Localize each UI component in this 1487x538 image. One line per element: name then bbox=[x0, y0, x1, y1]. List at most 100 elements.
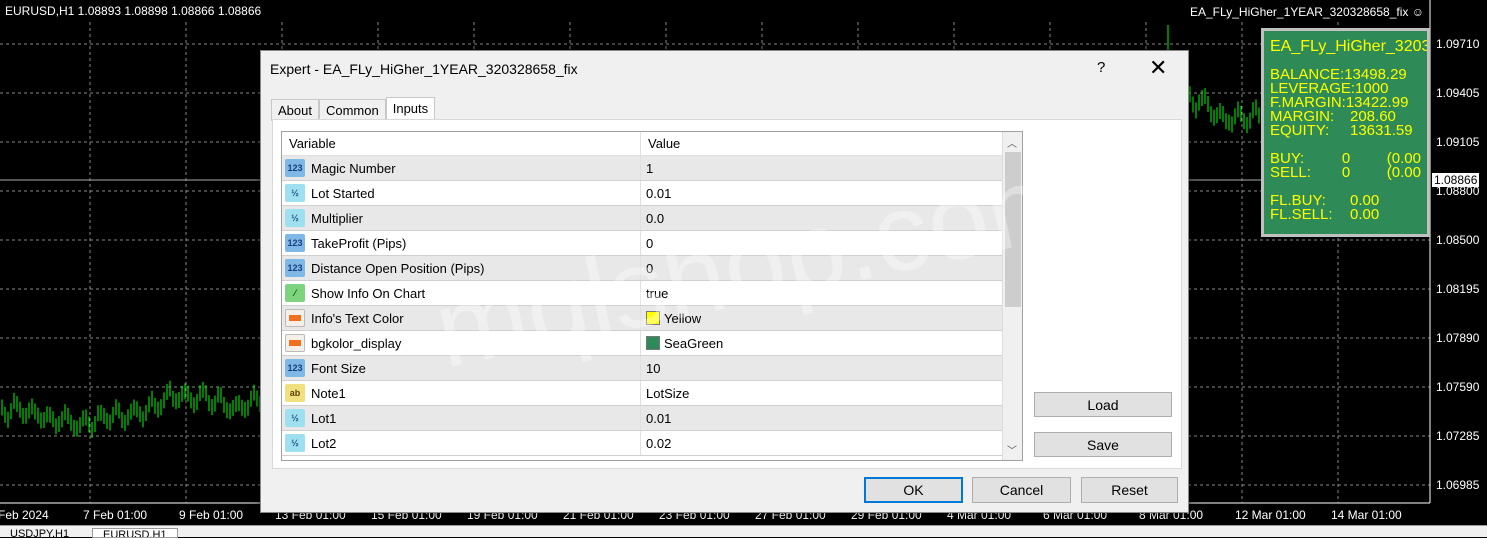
help-button[interactable]: ? bbox=[1097, 59, 1105, 76]
variable-value: 0.0 bbox=[646, 211, 664, 226]
variable-name: Distance Open Position (Pips) bbox=[311, 261, 484, 276]
variable-name: Note1 bbox=[311, 386, 346, 401]
variable-value: 0.02 bbox=[646, 436, 671, 451]
int-type-icon: 123 bbox=[285, 234, 305, 252]
table-row[interactable]: Info's Text Color Yellow bbox=[282, 306, 1022, 331]
dialog-title: Expert - EA_FLy_HiGher_1YEAR_320328658_f… bbox=[270, 61, 578, 77]
column-value[interactable]: Value bbox=[641, 132, 1022, 155]
variable-cell: 123 Distance Open Position (Pips) bbox=[282, 256, 641, 280]
value-cell[interactable]: 0.01 bbox=[641, 181, 1022, 205]
variable-cell: 123 TakeProfit (Pips) bbox=[282, 231, 641, 255]
variable-value: 1 bbox=[646, 161, 653, 176]
tab-common[interactable]: Common bbox=[319, 99, 386, 121]
reset-button[interactable]: Reset bbox=[1081, 477, 1178, 503]
sell-value: 0 bbox=[1342, 166, 1387, 180]
value-cell[interactable]: 0 bbox=[641, 231, 1022, 255]
dbl-type-icon: ½ bbox=[285, 409, 305, 427]
info-panel: EA_FLy_HiGher_320328658_fix BALANCE:1349… bbox=[1261, 28, 1430, 237]
table-row[interactable]: 123 Magic Number 1 bbox=[282, 156, 1022, 181]
table-row[interactable]: 123 Distance Open Position (Pips) 0 bbox=[282, 256, 1022, 281]
table-row[interactable]: 123 TakeProfit (Pips) 0 bbox=[282, 231, 1022, 256]
color-swatch bbox=[646, 311, 660, 325]
value-cell[interactable]: 0.02 bbox=[641, 431, 1022, 455]
variable-cell: Info's Text Color bbox=[282, 306, 641, 330]
equity-value: 13631.59 bbox=[1350, 124, 1413, 138]
col-type-icon bbox=[285, 309, 305, 327]
price-tick: 1.07590 bbox=[1436, 380, 1479, 394]
value-cell[interactable]: SeaGreen bbox=[641, 331, 1022, 355]
value-cell[interactable]: 0.01 bbox=[641, 406, 1022, 430]
value-cell[interactable]: 1 bbox=[641, 156, 1022, 180]
table-row[interactable]: ½ Lot2 0.02 bbox=[282, 431, 1022, 456]
scroll-down-icon[interactable]: ﹀ bbox=[1007, 442, 1017, 457]
table-row[interactable]: ⁄ Show Info On Chart true bbox=[282, 281, 1022, 306]
info-title: EA_FLy_HiGher_320328658_fix bbox=[1270, 40, 1421, 54]
table-row[interactable]: ab Note1 LotSize bbox=[282, 381, 1022, 406]
variable-cell: ab Note1 bbox=[282, 381, 641, 405]
sell-profit: (0.00 bbox=[1387, 166, 1421, 180]
dbl-type-icon: ½ bbox=[285, 434, 305, 452]
cancel-button[interactable]: Cancel bbox=[972, 477, 1071, 503]
date-tick: 9 Feb 01:00 bbox=[179, 508, 243, 522]
col-type-icon bbox=[285, 334, 305, 352]
save-button[interactable]: Save bbox=[1034, 432, 1172, 457]
table-row[interactable]: ½ Lot Started 0.01 bbox=[282, 181, 1022, 206]
table-row[interactable]: ½ Lot1 0.01 bbox=[282, 406, 1022, 431]
table-row[interactable]: 123 Font Size 10 bbox=[282, 356, 1022, 381]
table-row[interactable]: ½ Multiplier 0.0 bbox=[282, 206, 1022, 231]
variable-name: Multiplier bbox=[311, 211, 363, 226]
bool-type-icon: ⁄ bbox=[285, 284, 305, 302]
price-tick: 1.06985 bbox=[1436, 478, 1479, 492]
floating-sell-value: 0.00 bbox=[1350, 208, 1379, 222]
floating-sell-label: FL.SELL: bbox=[1270, 208, 1350, 222]
price-tick: 1.09710 bbox=[1436, 37, 1479, 51]
scroll-up-icon[interactable]: ︿ bbox=[1007, 135, 1017, 150]
column-variable[interactable]: Variable bbox=[282, 132, 641, 155]
scrollbar-thumb[interactable] bbox=[1005, 152, 1021, 307]
equity-label: EQUITY: bbox=[1270, 124, 1350, 138]
variable-cell: ⁄ Show Info On Chart bbox=[282, 281, 641, 305]
price-tick: 1.08195 bbox=[1436, 282, 1479, 296]
variable-name: TakeProfit (Pips) bbox=[311, 236, 406, 251]
variable-name: Font Size bbox=[311, 361, 366, 376]
table-header: Variable Value bbox=[282, 132, 1022, 156]
value-cell[interactable]: Yellow bbox=[641, 306, 1022, 330]
inputs-table: Variable Value 123 Magic Number 1 ½ Lot Sta… bbox=[281, 131, 1023, 461]
variable-name: Lot2 bbox=[311, 436, 336, 451]
chart-tabs-bar: USDJPY,H1 EURUSD,H1 bbox=[0, 525, 1487, 537]
price-tick: 1.07890 bbox=[1436, 331, 1479, 345]
price-tick: 1.07285 bbox=[1436, 429, 1479, 443]
tab-about[interactable]: About bbox=[271, 99, 319, 121]
variable-value: SeaGreen bbox=[664, 336, 723, 351]
close-icon[interactable]: ✕ bbox=[1149, 55, 1167, 81]
int-type-icon: 123 bbox=[285, 359, 305, 377]
inputs-panel: Variable Value 123 Magic Number 1 ½ Lot Sta… bbox=[272, 119, 1182, 469]
variable-value: 0.01 bbox=[646, 411, 671, 426]
variable-value: LotSize bbox=[646, 386, 689, 401]
variable-value: 0 bbox=[646, 236, 653, 251]
variable-cell: ½ Lot2 bbox=[282, 431, 641, 455]
price-tick: 1.08500 bbox=[1436, 233, 1479, 247]
variable-value: 0.01 bbox=[646, 186, 671, 201]
value-cell[interactable]: true bbox=[641, 281, 1022, 305]
variable-name: bgkolor_display bbox=[311, 336, 401, 351]
variable-cell: ½ Lot1 bbox=[282, 406, 641, 430]
variable-value: 0 bbox=[646, 261, 653, 276]
value-cell[interactable]: LotSize bbox=[641, 381, 1022, 405]
table-scrollbar[interactable]: ︿ ﹀ bbox=[1002, 132, 1022, 460]
tab-inputs[interactable]: Inputs bbox=[386, 97, 435, 121]
value-cell[interactable]: 0 bbox=[641, 256, 1022, 280]
variable-cell: bgkolor_display bbox=[282, 331, 641, 355]
color-swatch bbox=[646, 336, 660, 350]
sell-label: SELL: bbox=[1270, 166, 1342, 180]
dbl-type-icon: ½ bbox=[285, 209, 305, 227]
dialog-tabs: About Common Inputs bbox=[271, 97, 435, 121]
load-button[interactable]: Load bbox=[1034, 392, 1172, 417]
price-tick: 1.09405 bbox=[1436, 86, 1479, 100]
value-cell[interactable]: 10 bbox=[641, 356, 1022, 380]
value-cell[interactable]: 0.0 bbox=[641, 206, 1022, 230]
table-row[interactable]: bgkolor_display SeaGreen bbox=[282, 331, 1022, 356]
chart-symbol-info: EURUSD,H1 1.08893 1.08898 1.08866 1.0886… bbox=[5, 4, 261, 18]
ok-button[interactable]: OK bbox=[864, 477, 963, 503]
str-type-icon: ab bbox=[285, 384, 305, 402]
